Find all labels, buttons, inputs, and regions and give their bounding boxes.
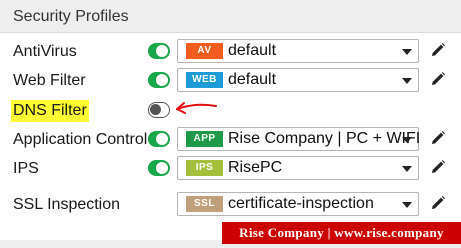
ips-badge: IPS [186, 160, 223, 176]
antivirus-toggle[interactable] [148, 43, 170, 59]
profile-label-web-filter: Web Filter [13, 72, 86, 89]
toggle-knob [156, 45, 168, 57]
app-badge: APP [186, 131, 223, 147]
toggle-knob [156, 133, 168, 145]
chevron-down-icon [402, 137, 412, 143]
profile-row-ips: IPS IPS RisePC [0, 155, 461, 183]
toggle-knob [156, 74, 168, 86]
profile-row-dns-filter: DNS Filter [0, 97, 461, 125]
web-filter-profile-value: default [228, 71, 277, 88]
application-control-toggle[interactable] [148, 131, 170, 147]
profile-label-ips: IPS [13, 160, 39, 177]
profile-label-application-control: Application Control [13, 131, 148, 148]
edit-pencil-icon[interactable] [430, 71, 446, 87]
ips-profile-value: RisePC [228, 159, 283, 176]
antivirus-profile-value: default [228, 42, 277, 59]
application-control-profile-select[interactable]: APP Rise Company | PC + WIFI [177, 127, 421, 151]
web-filter-toggle[interactable] [148, 72, 170, 88]
profile-row-antivirus: AntiVirus AV default [0, 38, 461, 66]
web-badge: WEB [186, 72, 223, 88]
av-badge: AV [186, 43, 223, 59]
dns-filter-toggle[interactable] [148, 102, 170, 118]
chevron-down-icon [402, 78, 412, 84]
antivirus-profile-select[interactable]: AV default [177, 39, 419, 63]
watermark-banner: Rise Company | www.rise.company [222, 222, 461, 244]
ssl-badge: SSL [186, 196, 223, 212]
edit-pencil-icon[interactable] [430, 159, 446, 175]
ssl-inspection-profile-select[interactable]: SSL certificate-inspection [177, 192, 419, 216]
chevron-down-icon [402, 202, 412, 208]
ips-profile-select[interactable]: IPS RisePC [177, 156, 419, 180]
profile-label-dns-filter: DNS Filter [11, 100, 89, 122]
section-title: Security Profiles [0, 0, 461, 33]
edit-pencil-icon[interactable] [430, 195, 446, 211]
chevron-down-icon [402, 49, 412, 55]
profile-label-ssl-inspection: SSL Inspection [13, 196, 121, 213]
toggle-knob [150, 104, 161, 115]
edit-pencil-icon[interactable] [430, 42, 446, 58]
profile-label-antivirus: AntiVirus [13, 43, 77, 60]
edit-pencil-icon[interactable] [430, 130, 446, 146]
profile-row-web-filter: Web Filter WEB default [0, 67, 461, 95]
web-filter-profile-select[interactable]: WEB default [177, 68, 419, 92]
toggle-knob [156, 162, 168, 174]
application-control-profile-value: Rise Company | PC + WIFI [228, 130, 421, 147]
profile-row-application-control: Application Control APP Rise Company | P… [0, 126, 461, 154]
chevron-down-icon [402, 166, 412, 172]
ssl-inspection-profile-value: certificate-inspection [228, 195, 374, 212]
annotation-arrow-icon [176, 102, 217, 114]
ips-toggle[interactable] [148, 160, 170, 176]
profile-row-ssl-inspection: SSL Inspection SSL certificate-inspectio… [0, 191, 461, 219]
